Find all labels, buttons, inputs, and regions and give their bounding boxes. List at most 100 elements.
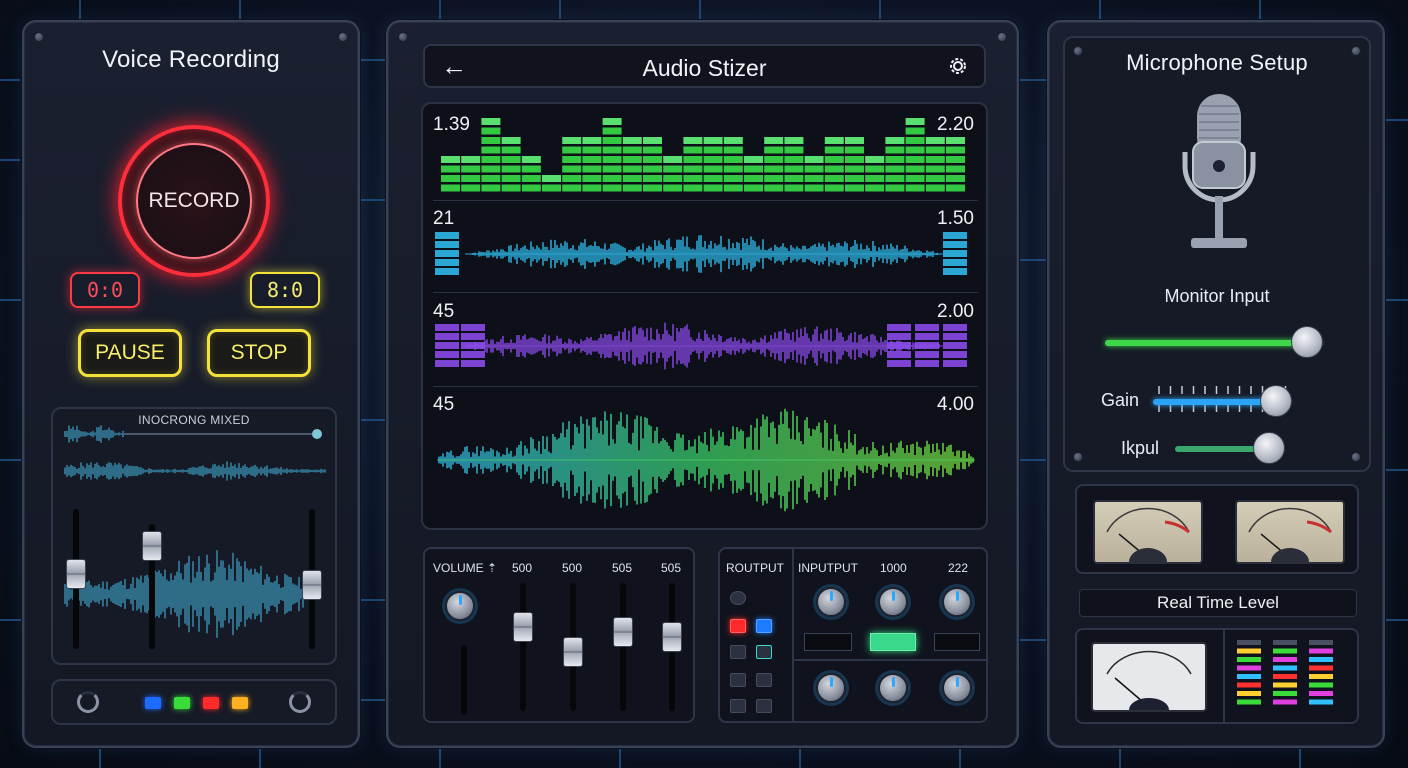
divider [433,292,978,293]
eq-bar-segment [683,184,703,192]
left-refresh-icon[interactable] [77,691,99,713]
right-refresh-icon[interactable] [289,691,311,713]
eq-bar-segment [622,156,642,163]
output-button[interactable] [756,673,772,687]
eq-bar-segment [703,175,723,182]
monitor-slider-thumb[interactable] [1291,326,1324,358]
track-4-right-value: 4.00 [937,394,974,415]
channel-3-fader[interactable] [613,617,633,648]
eq-bar-segment [582,137,602,144]
output-label: ROUTPUT [726,561,784,575]
eq-bar-segment [723,175,743,182]
eq-bar-segment [562,184,582,192]
eq-bar-segment [602,165,622,173]
eq-bar-segment [764,184,784,192]
input-slider-thumb[interactable] [1252,432,1285,464]
channel-3-value: 505 [612,561,633,575]
send-knob-3[interactable] [942,673,972,703]
eq-bar-segment [481,165,501,173]
pause-button[interactable]: PAUSE [78,329,182,377]
level-bar-segment [1237,640,1261,645]
level-block [887,360,911,367]
eq-bar-segment [905,156,925,163]
output-button[interactable] [730,645,746,659]
eq-bar-segment [663,184,683,192]
record-button-ring[interactable]: RECORD [118,125,270,277]
eq-bar-segment [744,175,763,182]
eq-bar-segment [905,184,925,192]
eq-bar-segment [501,184,521,192]
input-knob-3[interactable] [942,587,972,617]
eq-bar-segment [824,184,844,192]
level-bar-segment [1273,657,1297,662]
screw [1073,452,1083,462]
output-button[interactable] [730,673,746,687]
level-bar-segment [1309,674,1333,679]
output-jack[interactable] [730,591,746,605]
status-led [203,697,219,709]
mix-fader-1[interactable] [66,558,86,589]
send-knob-2[interactable] [878,673,908,703]
output-button[interactable] [730,699,746,713]
realtime-meter-group [1075,628,1359,724]
eq-bar-segment [663,175,683,182]
stop-button[interactable]: STOP [207,329,311,377]
status-led [174,697,190,709]
mix-waveform [64,461,326,481]
level-block [915,342,939,349]
microphone-icon [1182,94,1256,248]
eq-bar-segment [562,146,582,154]
output-button[interactable] [756,645,772,659]
eq-bar-segment [723,156,743,163]
level-block [943,351,967,358]
eq-bar-segment [703,184,723,192]
channel-2-fader[interactable] [563,636,583,667]
mic-setup-title: Microphone Setup [1126,50,1308,75]
eq-bar-segment [643,184,662,192]
volume-knob[interactable] [445,591,475,621]
eq-bar-segment [946,137,965,144]
level-block [435,232,459,239]
mix-fader-3[interactable] [302,569,322,600]
mix-slider-thumb[interactable] [312,429,322,439]
eq-bar-segment [824,156,844,163]
input-knob-2[interactable] [878,587,908,617]
track-1-left-value: 1.39 [433,114,470,135]
gain-slider-thumb[interactable] [1260,385,1293,417]
channel-4-fader[interactable] [662,622,682,653]
voice-recording-panel: Voice Recording RECORD 0:0 8:0 PAUSE STO… [22,20,360,748]
level-block [435,333,459,340]
input-meter-3 [934,633,980,651]
level-block [435,324,459,331]
eq-bar-segment [602,118,622,125]
track-3-left-value: 45 [433,301,455,322]
eq-bar-segment [481,146,501,154]
output-button[interactable] [756,699,772,713]
record-button[interactable]: RECORD [136,143,252,259]
level-block [461,342,485,349]
eq-bar-segment [845,175,864,182]
level-bar-segment [1309,699,1333,705]
level-block [435,259,459,266]
level-bar-segment [1273,691,1297,696]
track-2-right-value: 1.50 [937,208,974,229]
level-bar-segment [1309,682,1333,688]
eq-bar-segment [622,137,642,144]
send-knob-1[interactable] [816,673,846,703]
level-bar-segment [1273,674,1297,679]
input-knob-1[interactable] [816,587,846,617]
mix-fader-2[interactable] [142,531,162,561]
level-block [435,342,459,349]
channel-1-fader[interactable] [513,612,533,643]
level-block [943,268,967,275]
eq-bar-segment [582,175,602,182]
eq-bar-segment [744,156,763,163]
microphone-setup-panel: Microphone Setup Monitor Input Gain Ikpu… [1047,20,1385,748]
divider [433,386,978,387]
divider [433,200,978,201]
output-blue-led[interactable] [756,619,772,633]
settings-gear-icon[interactable] [946,54,970,78]
output-red-led[interactable] [730,619,746,633]
eq-bar-segment [562,165,582,173]
eq-bar-segment [925,175,945,182]
